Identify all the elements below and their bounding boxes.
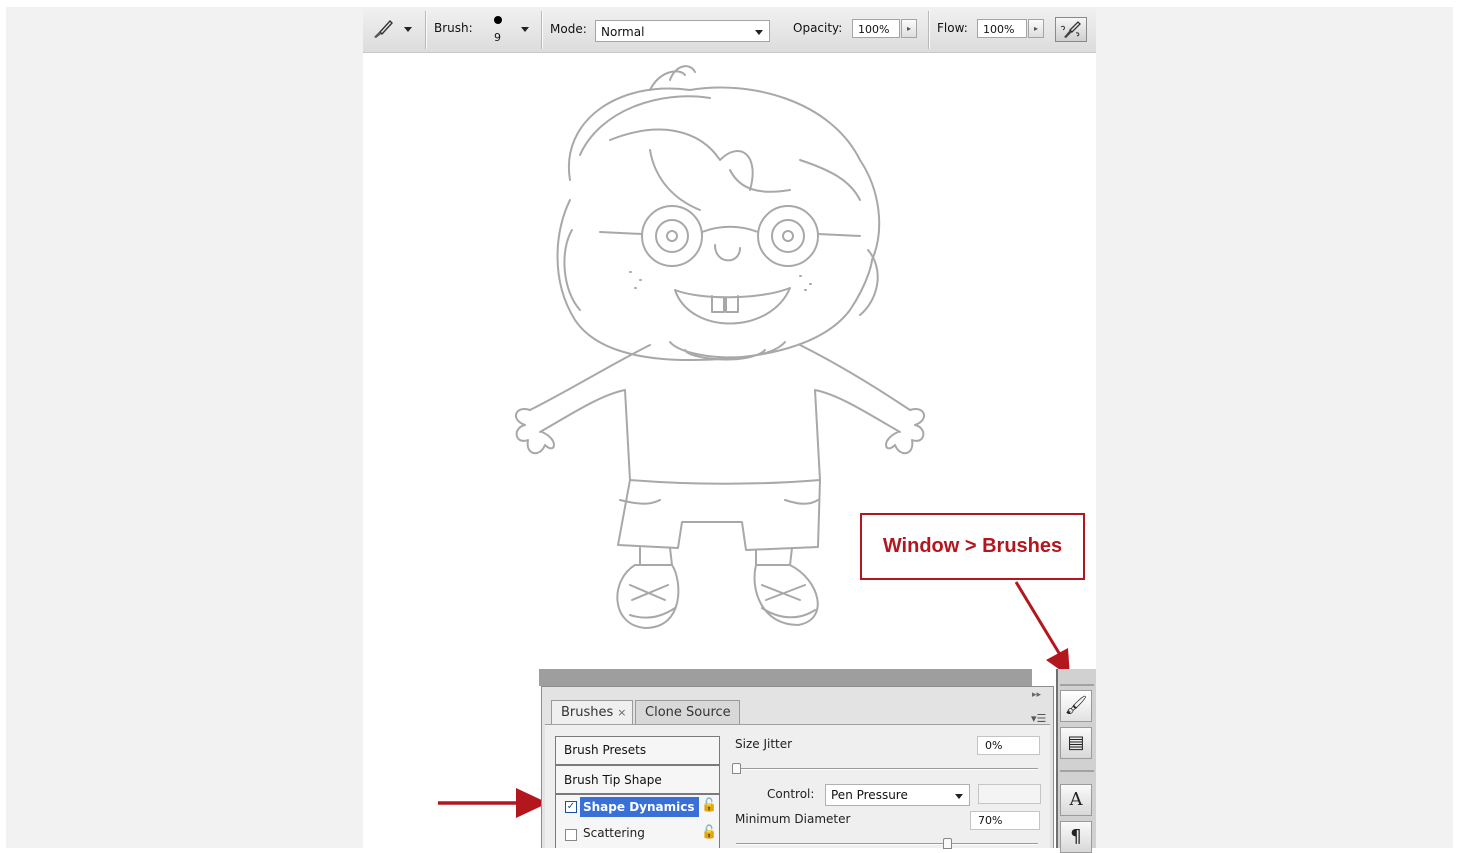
brush-settings-list: Brush Presets Brush Tip Shape ✓ Shape Dy… [555, 736, 720, 848]
control-dropdown-icon[interactable] [955, 794, 963, 799]
flow-label: Flow: [937, 21, 968, 35]
list-divider [556, 793, 719, 795]
opacity-slider-button[interactable]: ▸ [901, 19, 917, 38]
control-select-value: Pen Pressure [831, 788, 908, 802]
list-item-brush-tip-shape[interactable]: Brush Tip Shape [556, 767, 719, 794]
tool-options-bar: Brush: 9 Mode: Normal Opacity: 100% ▸ Fl… [363, 7, 1096, 53]
window-brushes-callout: Window > Brushes [860, 513, 1085, 580]
collapse-panel-icon[interactable]: ▸▸ [1032, 690, 1041, 700]
minimum-diameter-value: 70% [978, 814, 1003, 827]
brushes-panel-button[interactable]: 🖌 [1060, 690, 1092, 722]
size-jitter-slider[interactable] [736, 768, 1038, 770]
size-jitter-slider-thumb[interactable] [732, 763, 741, 774]
flow-field[interactable]: 100% [977, 19, 1027, 38]
airbrush-icon [1060, 21, 1081, 38]
list-item-label: Brush Tip Shape [564, 773, 662, 787]
panel-group-header[interactable] [539, 669, 1032, 686]
clone-source-panel-button[interactable]: ▤ [1060, 727, 1092, 759]
tool-preset-dropdown-icon[interactable] [404, 27, 412, 32]
airbrush-toggle[interactable] [1055, 17, 1087, 42]
opacity-field[interactable]: 100% [852, 19, 900, 38]
character-panel-icon: A [1069, 789, 1083, 810]
opacity-value: 100% [858, 23, 890, 36]
minimum-diameter-label: Minimum Diameter [735, 812, 851, 826]
mode-dropdown-icon[interactable] [755, 30, 763, 35]
mode-select[interactable]: Normal [595, 20, 770, 42]
list-item-scattering[interactable]: Scattering [583, 826, 645, 840]
tab-brushes[interactable]: Brushes × [551, 700, 633, 725]
control-select[interactable]: Pen Pressure [825, 784, 970, 806]
scattering-checkbox[interactable] [565, 829, 577, 841]
paragraph-panel-button[interactable]: ¶ [1060, 821, 1092, 853]
dock-separator [1060, 684, 1094, 686]
mode-select-value: Normal [601, 25, 645, 39]
shape-dynamics-checkbox[interactable]: ✓ [565, 801, 577, 813]
dock-separator [1060, 770, 1094, 772]
list-item-shape-dynamics[interactable]: Shape Dynamics [580, 797, 699, 817]
flow-slider-button[interactable]: ▸ [1028, 19, 1044, 38]
character-panel-button[interactable]: A [1060, 784, 1092, 816]
brush-label: Brush: [434, 21, 473, 35]
clone-source-icon: ▤ [1067, 732, 1085, 753]
list-item-brush-presets[interactable]: Brush Presets [556, 737, 719, 764]
brush-size-value: 9 [494, 31, 501, 44]
minimum-diameter-field[interactable]: 70% [970, 811, 1040, 830]
brush-picker-dropdown-icon[interactable] [521, 27, 529, 32]
brushes-panel-icon: 🖌 [1064, 695, 1088, 716]
tab-brushes-label: Brushes [561, 705, 614, 720]
control-label: Control: [767, 787, 815, 801]
size-jitter-label: Size Jitter [735, 737, 793, 751]
flow-value: 100% [983, 23, 1015, 36]
list-item-label: Brush Presets [564, 743, 647, 757]
size-jitter-field[interactable]: 0% [977, 736, 1040, 755]
callout-text: Window > Brushes [882, 535, 1063, 557]
list-divider [556, 764, 719, 766]
fade-steps-field[interactable] [978, 784, 1041, 804]
minimum-diameter-slider[interactable] [736, 843, 1038, 845]
close-tab-icon[interactable]: × [617, 706, 626, 719]
lock-icon[interactable]: 🔓 [701, 825, 717, 840]
minimum-diameter-slider-thumb[interactable] [943, 838, 952, 849]
opacity-label: Opacity: [793, 21, 843, 35]
brush-tip-preview[interactable] [494, 16, 502, 24]
brush-icon[interactable] [371, 18, 395, 40]
lock-icon[interactable]: 🔓 [701, 798, 717, 813]
tab-clone-source[interactable]: Clone Source [635, 700, 740, 725]
tab-clone-source-label: Clone Source [645, 705, 731, 720]
size-jitter-value: 0% [985, 739, 1003, 752]
paragraph-panel-icon: ¶ [1070, 826, 1082, 847]
mode-label: Mode: [550, 22, 587, 36]
